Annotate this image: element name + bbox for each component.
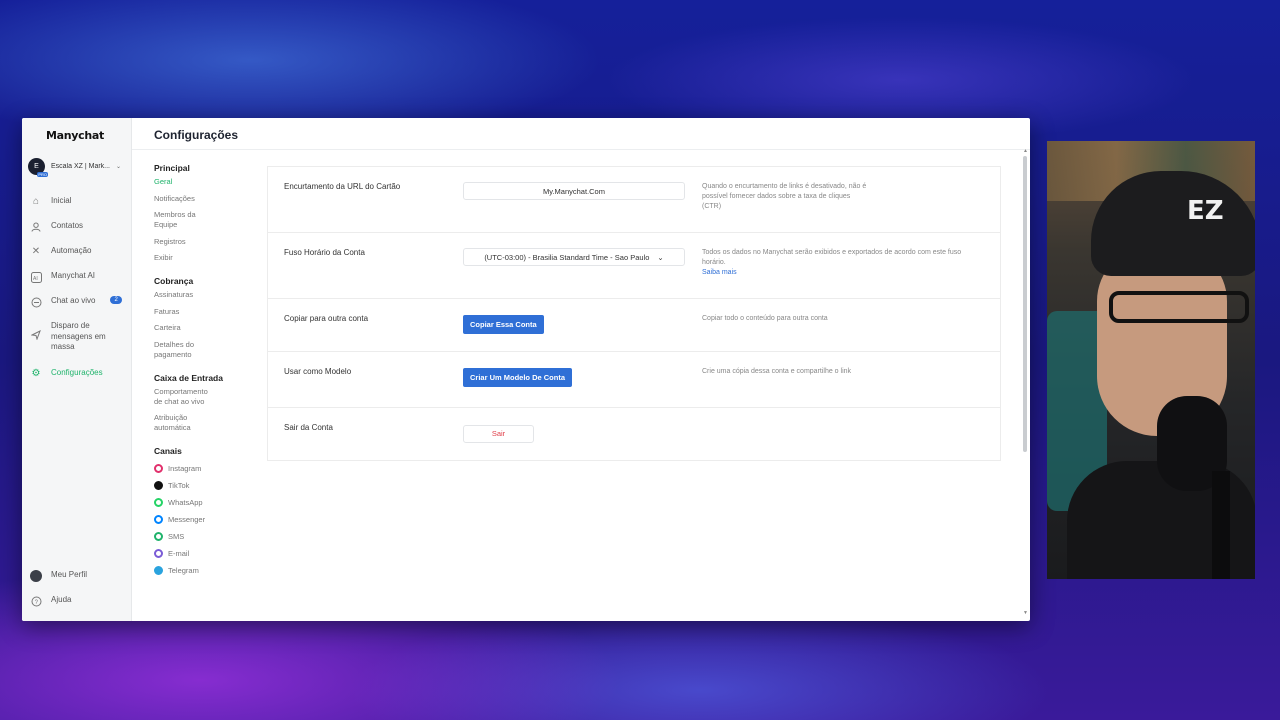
sidebar-item-chat-ao-vivo[interactable]: Chat ao vivo 2	[22, 296, 132, 321]
setting-description: Crie uma cópia dessa conta e compartilhe…	[702, 368, 852, 375]
manychat-logo[interactable]: Manychat	[46, 129, 104, 142]
sidebar-item-automacao[interactable]: ✕ Automação	[22, 246, 132, 271]
subnav-heading: Principal	[154, 163, 190, 173]
automation-icon: ✕	[31, 246, 41, 257]
channel-tiktok[interactable]: TikTok	[154, 477, 264, 494]
channel-instagram[interactable]: Instagram	[154, 460, 264, 477]
setting-row-copy-account: Copiar para outra conta Copiar Essa Cont…	[268, 299, 1000, 352]
svg-text:AI: AI	[33, 276, 38, 282]
setting-row-template: Usar como Modelo Criar Um Modelo De Cont…	[268, 352, 1000, 408]
subnav-group-canais: Canais Instagram TikTok WhatsApp Messeng…	[154, 446, 264, 579]
telegram-icon	[154, 566, 163, 575]
unread-badge: 2	[110, 296, 122, 304]
subnav-item-carteira[interactable]: Carteira	[154, 323, 214, 333]
subnav-group-caixa-entrada: Caixa de Entrada Comportamento de chat a…	[154, 373, 264, 434]
subnav-item-faturas[interactable]: Faturas	[154, 307, 214, 317]
create-template-button[interactable]: Criar Um Modelo De Conta	[463, 368, 573, 387]
webcam-overlay: EZ	[1047, 141, 1255, 579]
page-title: Configurações	[154, 128, 239, 142]
chevron-down-icon: ⌄	[657, 252, 664, 262]
scrollbar-thumb[interactable]	[1023, 156, 1027, 452]
sidebar-item-meu-perfil[interactable]: Meu Perfil	[22, 570, 132, 595]
setting-description: Quando o encurtamento de links é desativ…	[702, 183, 867, 210]
channel-sms[interactable]: SMS	[154, 528, 264, 545]
manychat-window: Manychat E PRO Escala XZ | Mark... ⌄ ⌂ I…	[22, 118, 1030, 621]
account-name: Escala XZ | Mark...	[51, 163, 110, 170]
setting-label: Encurtamento da URL do Cartão	[284, 182, 401, 191]
main-sidebar: Manychat E PRO Escala XZ | Mark... ⌄ ⌂ I…	[22, 118, 132, 621]
svg-text:?: ?	[34, 600, 38, 606]
timezone-select[interactable]: (UTC-03:00) - Brasilia Standard Time - S…	[463, 248, 685, 266]
help-icon: ?	[30, 595, 42, 607]
subnav-item-detalhes-pagamento[interactable]: Detalhes do pagamento	[154, 340, 214, 360]
instagram-icon	[154, 464, 163, 473]
settings-subnav: Principal Geral Notificações Membros da …	[132, 150, 264, 621]
general-settings-panel: Encurtamento da URL do Cartão My.Manycha…	[267, 166, 1001, 461]
chevron-down-icon: ⌄	[116, 164, 122, 170]
setting-row-timezone: Fuso Horário da Conta (UTC-03:00) - Bras…	[268, 233, 1000, 299]
setting-label: Copiar para outra conta	[284, 314, 369, 323]
setting-description: Todos os dados no Manychat serão exibido…	[702, 249, 962, 276]
logout-button[interactable]: Sair	[463, 424, 534, 443]
subnav-item-registros[interactable]: Registros	[154, 237, 214, 247]
scroll-down-arrow[interactable]: ▼	[1023, 610, 1028, 616]
subnav-item-exibir[interactable]: Exibir	[154, 253, 214, 263]
ai-icon: AI	[30, 271, 42, 283]
sidebar-nav: ⌂ Inicial Contatos ✕ Automação AI Manych…	[22, 196, 132, 393]
sidebar-item-configuracoes[interactable]: ⚙ Configurações	[22, 368, 132, 393]
scroll-up-arrow[interactable]: ▲	[1023, 148, 1028, 154]
home-icon: ⌂	[32, 196, 40, 207]
page-header: Configurações	[132, 118, 1030, 150]
subnav-item-membros[interactable]: Membros da Equipe	[154, 210, 214, 230]
subnav-item-atribuicao[interactable]: Atribuição automática	[154, 413, 214, 433]
account-avatar: E PRO	[28, 158, 48, 177]
user-icon	[30, 221, 42, 233]
setting-label: Fuso Horário da Conta	[284, 248, 365, 257]
account-switcher[interactable]: E PRO Escala XZ | Mark... ⌄	[28, 158, 128, 177]
whatsapp-icon	[154, 498, 163, 507]
chat-icon	[30, 296, 42, 308]
subnav-item-comportamento[interactable]: Comportamento de chat ao vivo	[154, 387, 214, 407]
sidebar-item-contatos[interactable]: Contatos	[22, 221, 132, 246]
sidebar-item-inicial[interactable]: ⌂ Inicial	[22, 196, 132, 221]
subnav-group-principal: Principal Geral Notificações Membros da …	[154, 163, 264, 263]
channel-whatsapp[interactable]: WhatsApp	[154, 494, 264, 511]
sidebar-bottom: Meu Perfil ? Ajuda	[22, 570, 132, 620]
tiktok-icon	[154, 481, 163, 490]
url-shortening-select[interactable]: My.Manychat.Com	[463, 182, 685, 200]
profile-avatar	[30, 570, 42, 582]
broadcast-icon	[30, 329, 42, 341]
subnav-item-assinaturas[interactable]: Assinaturas	[154, 290, 214, 300]
cap-logo: EZ	[1187, 196, 1224, 226]
subnav-item-notificacoes[interactable]: Notificações	[154, 194, 214, 204]
setting-row-url-shortening: Encurtamento da URL do Cartão My.Manycha…	[268, 167, 1000, 233]
channel-email[interactable]: E-mail	[154, 545, 264, 562]
subnav-heading: Canais	[154, 446, 182, 456]
setting-description: Copiar todo o conteúdo para outra conta	[702, 315, 828, 322]
pro-badge: PRO	[37, 172, 48, 177]
subnav-heading: Caixa de Entrada	[154, 372, 223, 383]
subnav-heading: Cobrança	[154, 276, 194, 286]
copy-account-button[interactable]: Copiar Essa Conta	[463, 315, 544, 334]
settings-icon: ⚙	[31, 368, 41, 379]
sms-icon	[154, 532, 163, 541]
channel-messenger[interactable]: Messenger	[154, 511, 264, 528]
setting-label: Sair da Conta	[284, 423, 333, 432]
setting-label: Usar como Modelo	[284, 367, 352, 376]
messenger-icon	[154, 515, 163, 524]
sidebar-item-manychat-ai[interactable]: AI Manychat AI	[22, 271, 132, 296]
subnav-group-cobranca: Cobrança Assinaturas Faturas Carteira De…	[154, 276, 264, 360]
channel-telegram[interactable]: Telegram	[154, 562, 264, 579]
sidebar-item-disparo[interactable]: Disparo de mensagens em massa	[22, 321, 132, 368]
email-icon	[154, 549, 163, 558]
subnav-item-geral[interactable]: Geral	[154, 177, 214, 187]
setting-row-logout: Sair da Conta Sair	[268, 408, 1000, 460]
sidebar-item-ajuda[interactable]: ? Ajuda	[22, 595, 132, 620]
learn-more-link[interactable]: Saiba mais	[702, 269, 737, 276]
